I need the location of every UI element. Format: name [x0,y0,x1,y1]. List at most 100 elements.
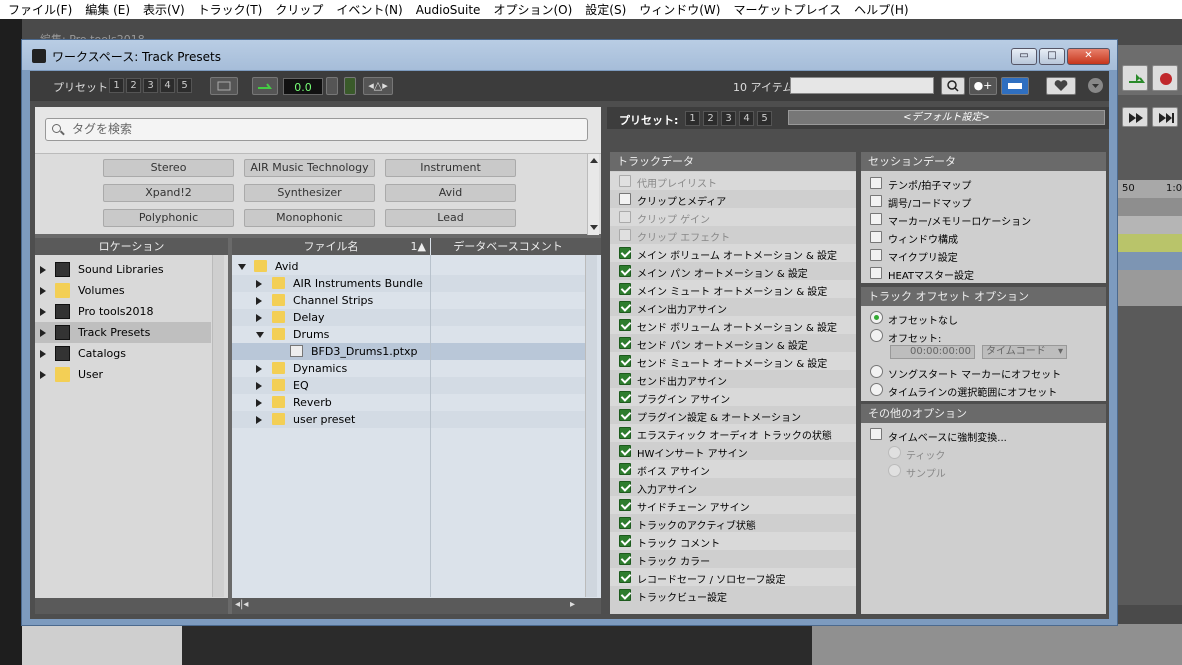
track-data-option[interactable]: ボイス アサイン [610,460,856,478]
session-data-checkbox[interactable] [870,267,882,279]
track-data-option[interactable]: クリップ ゲイン [610,208,856,226]
track-data-option[interactable]: プラグイン アサイン [610,388,856,406]
loop-playback-icon[interactable] [1122,65,1148,91]
tick-option[interactable]: ティック [879,444,1124,462]
track-data-option[interactable]: センド出力アサイン [610,370,856,388]
right-preset-4[interactable]: 4 [739,111,754,126]
track-data-option[interactable]: トラック カラー [610,550,856,568]
menu-item[interactable]: ファイル(F) [8,1,72,18]
file-row[interactable]: BFD3_Drums1.ptxp [232,343,585,360]
tick-radio[interactable] [888,446,901,459]
track-data-checkbox[interactable] [619,445,631,457]
default-setting-dropdown[interactable]: <デフォルト設定> [788,110,1105,125]
right-preset-3[interactable]: 3 [721,111,736,126]
menu-item[interactable]: イベント(N) [336,1,402,18]
track-data-option[interactable]: クリップとメディア [610,190,856,208]
sample-radio[interactable] [888,464,901,477]
track-data-option[interactable]: メイン出力アサイン [610,298,856,316]
session-data-option[interactable]: マイクプリ設定 [861,246,1106,264]
clear-search-icon[interactable] [1001,77,1029,95]
track-data-checkbox[interactable] [619,481,631,493]
expand-arrow-icon[interactable] [256,416,262,424]
track-data-checkbox[interactable] [619,301,631,313]
expand-arrow-icon[interactable] [256,399,262,407]
track-data-checkbox[interactable] [619,589,631,601]
menu-item[interactable]: 表示(V) [143,1,185,18]
expand-arrow-icon[interactable] [40,266,46,274]
track-data-checkbox[interactable] [619,463,631,475]
tag-button[interactable]: Xpand!2 [103,184,234,202]
maximize-button[interactable]: □ [1039,48,1065,65]
track-data-checkbox[interactable] [619,571,631,583]
tag-button[interactable]: Monophonic [244,209,375,227]
folder-row[interactable]: Avid [232,258,585,275]
song-start-option[interactable]: ソングスタート マーカーにオフセット [861,363,1106,381]
session-data-option[interactable]: マーカー/メモリーロケーション [861,210,1106,228]
menu-item[interactable]: マーケットプレイス [733,1,841,18]
track-data-option[interactable]: プラグイン設定 & オートメーション [610,406,856,424]
location-item[interactable]: Track Presets [35,322,211,343]
track-data-checkbox[interactable] [619,373,631,385]
tag-button[interactable]: Synthesizer [244,184,375,202]
track-data-option[interactable]: HWインサート アサイン [610,442,856,460]
session-data-option[interactable]: ウィンドウ構成 [861,228,1106,246]
right-preset-5[interactable]: 5 [757,111,772,126]
force-timebase-option[interactable]: タイムベースに強制変換... [861,426,1106,444]
track-data-checkbox[interactable] [619,553,631,565]
chevron-down-icon[interactable] [1088,78,1103,93]
menu-item[interactable]: 設定(S) [585,1,626,18]
fast-forward-button[interactable] [1122,107,1148,127]
menu-item[interactable]: オプション(O) [493,1,572,18]
offset-none-radio[interactable] [870,311,883,324]
volume-slider-icon[interactable] [326,77,338,95]
track-data-option[interactable]: 入力アサイン [610,478,856,496]
menu-item[interactable]: 編集 (E) [85,1,130,18]
track-data-option[interactable]: サイドチェーン アサイン [610,496,856,514]
track-data-checkbox[interactable] [619,337,631,349]
record-button[interactable] [1152,65,1178,91]
right-preset-2[interactable]: 2 [703,111,718,126]
expand-arrow-icon[interactable] [40,308,46,316]
location-item[interactable]: Volumes [35,280,211,301]
offset-timecode-field[interactable]: 00:00:00:00 [890,345,975,359]
expand-arrow-icon[interactable] [256,365,262,373]
menu-item[interactable]: クリップ [275,1,323,18]
new-folder-icon[interactable] [210,77,238,95]
expand-arrow-icon[interactable] [40,287,46,295]
track-data-checkbox[interactable] [619,247,631,259]
track-data-checkbox[interactable] [619,535,631,547]
menu-item[interactable]: トラック(T) [198,1,263,18]
track-data-option[interactable]: センド パン オートメーション & 設定 [610,334,856,352]
track-data-checkbox[interactable] [619,409,631,421]
tag-button[interactable]: AIR Music Technology [244,159,375,177]
track-data-option[interactable]: トラック コメント [610,532,856,550]
session-data-checkbox[interactable] [870,213,882,225]
scroll-right-icon[interactable]: ▸ [570,599,575,610]
expand-arrow-icon[interactable] [40,350,46,358]
tag-button[interactable]: Instrument [385,159,516,177]
timeline-selection-option[interactable]: タイムラインの選択範囲にオフセット [861,381,1106,399]
track-data-option[interactable]: メイン ミュート オートメーション & 設定 [610,280,856,298]
tag-search-input[interactable]: タグを検索 [45,118,588,141]
session-data-checkbox[interactable] [870,249,882,261]
locations-scrollbar[interactable] [212,255,224,597]
tag-button[interactable]: Stereo [103,159,234,177]
track-data-checkbox[interactable] [619,391,631,403]
folder-row[interactable]: AIR Instruments Bundle [232,275,585,292]
metronome-icon[interactable]: ◂△▸ [363,77,393,95]
tag-button[interactable]: Avid [385,184,516,202]
sample-option[interactable]: サンプル [879,462,1124,480]
location-item[interactable]: User [35,364,211,385]
session-data-checkbox[interactable] [870,231,882,243]
expand-arrow-icon[interactable] [40,371,46,379]
track-data-option[interactable]: クリップ エフェクト [610,226,856,244]
track-data-checkbox[interactable] [619,355,631,367]
track-data-option[interactable]: 代用プレイリスト [610,172,856,190]
track-data-checkbox[interactable] [619,211,631,223]
scroll-down-icon[interactable] [590,225,598,230]
offset-radio[interactable] [870,329,883,342]
tag-button[interactable]: Lead [385,209,516,227]
location-item[interactable]: Catalogs [35,343,211,364]
preset-2-button[interactable]: 2 [126,78,141,93]
location-item[interactable]: Sound Libraries [35,259,211,280]
